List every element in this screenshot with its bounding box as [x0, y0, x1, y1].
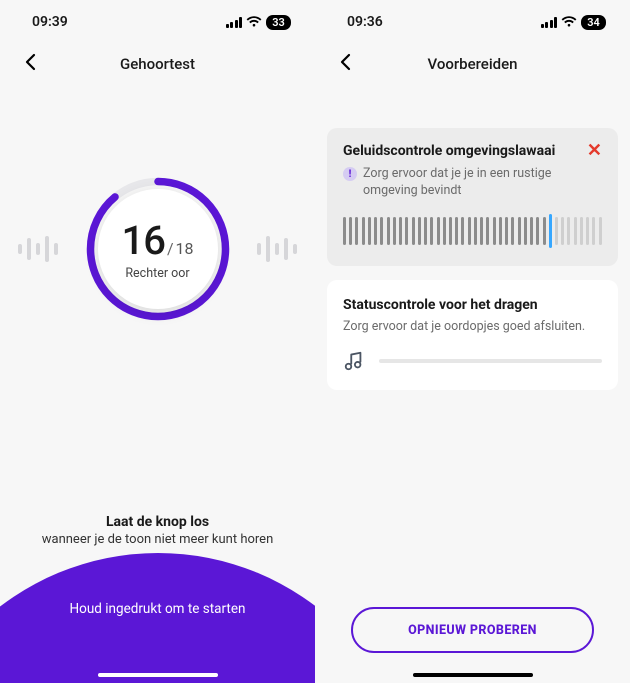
- retry-button-label: OPNIEUW PROBEREN: [408, 623, 537, 638]
- progress-dial: 16 / 18 Rechter oor: [0, 174, 315, 324]
- wifi-icon: [561, 16, 577, 28]
- noise-card-title: Geluidscontrole omgevingslawaai: [343, 143, 555, 159]
- music-note-icon: [343, 350, 365, 372]
- header: Gehoortest: [0, 44, 315, 84]
- noise-check-card: Geluidscontrole omgevingslawaai ✕ ! Zorg…: [327, 128, 618, 266]
- progress-count: 16 / 18: [121, 217, 193, 264]
- wear-card-title: Statuscontrole voor het dragen: [343, 297, 538, 313]
- ear-label: Rechter oor: [125, 266, 189, 281]
- progress-total: 18: [176, 239, 194, 258]
- wear-status-card: Statuscontrole voor het dragen Zorg ervo…: [327, 280, 618, 390]
- battery-badge: 33: [266, 15, 291, 30]
- clock: 09:36: [347, 14, 383, 30]
- screen-prepare: 09:36 34 Voorbereiden Geluidscontrole om…: [315, 0, 630, 683]
- status-indicators: 34: [541, 15, 607, 30]
- retry-button[interactable]: OPNIEUW PROBEREN: [351, 607, 594, 653]
- progress-separator: /: [167, 239, 174, 258]
- main-content: Geluidscontrole omgevingslawaai ✕ ! Zorg…: [315, 84, 630, 683]
- back-button[interactable]: [16, 48, 44, 81]
- screen-hearing-test: 09:39 33 Gehoortest 16: [0, 0, 315, 683]
- status-bar: 09:36 34: [315, 0, 630, 44]
- status-indicators: 33: [226, 15, 292, 30]
- instruction-subtitle: wanneer je de toon niet meer kunt horen: [42, 532, 274, 547]
- back-button[interactable]: [331, 48, 359, 81]
- waveform-decor-right: [257, 229, 297, 269]
- waveform-decor-left: [18, 229, 58, 269]
- home-indicator[interactable]: [413, 673, 533, 677]
- hold-button-label: Houd ingedrukt om te starten: [70, 601, 246, 683]
- wifi-icon: [246, 16, 262, 28]
- home-indicator[interactable]: [98, 673, 218, 677]
- instruction-title: Laat de knop los: [42, 514, 274, 530]
- signal-icon: [226, 17, 243, 28]
- chevron-left-icon: [339, 53, 351, 71]
- progress-dial-inner: 16 / 18 Rechter oor: [98, 189, 218, 309]
- page-title: Voorbereiden: [315, 55, 630, 73]
- noise-level-meter: [343, 214, 602, 248]
- clock: 09:39: [32, 14, 68, 30]
- signal-icon: [541, 17, 558, 28]
- noise-card-subtitle: Zorg ervoor dat je je in een rustige omg…: [363, 166, 602, 200]
- close-icon[interactable]: ✕: [587, 142, 602, 160]
- wear-progress-track: [379, 359, 602, 363]
- battery-badge: 34: [581, 15, 606, 30]
- status-bar: 09:39 33: [0, 0, 315, 44]
- progress-current: 16: [121, 217, 164, 264]
- header: Voorbereiden: [315, 44, 630, 84]
- instruction-block: Laat de knop los wanneer je de toon niet…: [22, 514, 294, 547]
- page-title: Gehoortest: [0, 55, 315, 73]
- wear-card-subtitle: Zorg ervoor dat je oordopjes goed afslui…: [343, 319, 602, 336]
- info-icon: !: [343, 167, 357, 181]
- chevron-left-icon: [24, 53, 36, 71]
